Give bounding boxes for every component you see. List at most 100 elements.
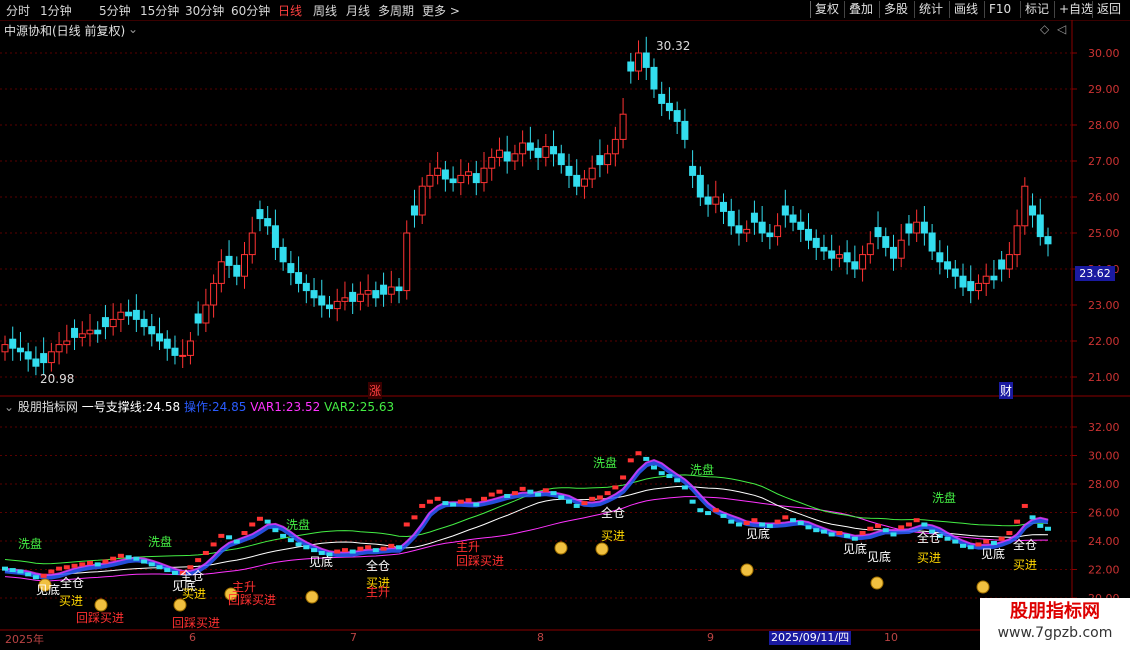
- candle-body: [63, 340, 71, 346]
- candle-body: [573, 174, 581, 187]
- candle-body: [696, 174, 704, 198]
- signal-quancang: 全仓: [180, 569, 205, 583]
- indicator-candle: [94, 562, 101, 567]
- candle-body: [712, 196, 720, 205]
- candle-body: [233, 264, 241, 277]
- candle-body: [24, 351, 32, 360]
- candle-body: [217, 261, 225, 284]
- cai-marker[interactable]: 财: [999, 382, 1014, 399]
- candle-body: [704, 196, 712, 205]
- indicator-tick-label: 30.00: [1088, 450, 1120, 463]
- indicator-candle: [86, 560, 93, 565]
- candle-body: [426, 174, 434, 187]
- candle-body: [202, 304, 210, 324]
- x-axis-label: 10: [884, 631, 898, 644]
- candle-body: [295, 272, 303, 284]
- candle-body: [441, 169, 449, 180]
- candle-body: [318, 295, 326, 306]
- candle-body: [140, 318, 148, 328]
- candle-body: [194, 313, 202, 324]
- indicator-tick-label: 28.00: [1088, 478, 1120, 491]
- var1-label: VAR1:: [250, 400, 286, 414]
- signal-jiandi: 见底: [981, 547, 1006, 561]
- indicator-candle: [156, 565, 163, 570]
- indicator-candle: [148, 562, 155, 567]
- kline-chart[interactable]: 30.00 29.00 28.00 27.00 26.00 25.00 24.00 23.00…: [0, 0, 1130, 650]
- indicator-candle: [311, 548, 318, 553]
- candle-body: [148, 326, 156, 335]
- indicator-candle: [689, 499, 696, 504]
- indicator-candle: [341, 548, 348, 553]
- candle-body: [418, 185, 426, 216]
- signal-quancang: 全仓: [601, 506, 626, 520]
- signal-xipan: 洗盘: [286, 518, 311, 532]
- signal-quancang: 全仓: [366, 559, 391, 573]
- candle-body: [279, 246, 287, 263]
- candle-body: [974, 282, 982, 292]
- candle-body: [16, 347, 24, 353]
- candle-body: [186, 340, 194, 356]
- indicator-candle: [1021, 503, 1028, 508]
- price-tick-label: 27.00: [1088, 155, 1120, 168]
- indicator-candle: [481, 496, 488, 501]
- watermark-title: 股朋指标网: [1010, 601, 1100, 622]
- signal-jiandi: 见底: [36, 583, 61, 597]
- indicator-candle: [944, 536, 951, 541]
- candle-body: [310, 290, 318, 299]
- price-tick-label: 25.00: [1088, 227, 1120, 240]
- candle-body: [101, 317, 109, 328]
- candle-body: [349, 291, 357, 302]
- indicator-candle: [256, 516, 263, 521]
- zhang-marker[interactable]: 涨: [368, 382, 383, 399]
- indicator-name[interactable]: 股朋指标网: [18, 400, 78, 414]
- indicator-candle: [797, 521, 804, 526]
- candle-body: [465, 171, 473, 176]
- indicator-candle: [728, 519, 735, 524]
- indicator-candle: [365, 545, 372, 550]
- candle-body: [287, 263, 295, 274]
- candle-body: [480, 167, 488, 184]
- indicator-candle: [898, 525, 905, 530]
- candle-body: [1029, 205, 1037, 216]
- candle-body: [488, 156, 496, 169]
- high-price-label: 30.32: [656, 39, 691, 53]
- indicator-candle: [967, 545, 974, 550]
- candle-body: [256, 209, 264, 220]
- candle-body: [851, 261, 859, 270]
- candle-body: [774, 225, 782, 238]
- watermark-logo: 股朋指标网 www.7gpzb.com: [980, 598, 1130, 650]
- indicator-candle: [565, 499, 572, 504]
- indicator-candle: [859, 531, 866, 536]
- x-axis-label: 2025年: [5, 633, 44, 646]
- candle-body: [928, 232, 936, 252]
- signal-maijin: 买进: [1013, 558, 1038, 572]
- indicator-candle: [380, 546, 387, 551]
- indicator-candle: [63, 565, 70, 570]
- indicator-candle: [1029, 515, 1036, 520]
- candle-body: [565, 165, 573, 176]
- candle-body: [936, 252, 944, 263]
- signal-jiandi: 见底: [843, 542, 868, 556]
- x-axis-label: 9: [707, 631, 714, 644]
- indicator-candle: [882, 528, 889, 533]
- line1-label: 一号支撑线:: [81, 400, 146, 414]
- indicator-tick-label: 22.00: [1088, 564, 1120, 577]
- candle-body: [550, 146, 558, 155]
- indicator-candle: [774, 519, 781, 524]
- candle-body: [163, 338, 171, 349]
- indicator-candle: [303, 545, 310, 550]
- indicator-tick-label: 24.00: [1088, 535, 1120, 548]
- signal-huicai: 回踩买进: [76, 611, 125, 625]
- indicator-candle: [164, 568, 171, 573]
- money-bag-icon: [595, 542, 609, 556]
- indicator-candle: [511, 491, 518, 496]
- indicator-menu-icon[interactable]: ⌄: [4, 400, 14, 414]
- watermark-url: www.7gpzb.com: [997, 625, 1113, 641]
- candle-body: [519, 142, 527, 155]
- candle-body: [611, 138, 619, 155]
- candle-body: [812, 237, 820, 248]
- line2-label: 操作:: [183, 400, 213, 414]
- indicator-candle: [573, 503, 580, 508]
- candle-body: [179, 354, 187, 357]
- candle-body: [387, 286, 395, 295]
